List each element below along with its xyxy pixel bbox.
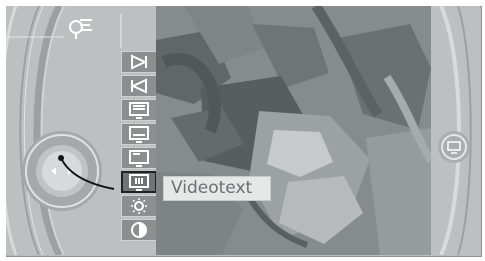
videotext-label: Videotext — [163, 176, 271, 201]
previous-track-button[interactable] — [121, 75, 157, 97]
next-icon — [131, 54, 148, 70]
left-control-panel — [0, 4, 157, 257]
tv-icon[interactable] — [445, 139, 463, 155]
previous-icon — [130, 78, 147, 94]
videotext-button[interactable] — [121, 171, 157, 193]
right-control-panel — [431, 5, 480, 256]
screen-option-1-button[interactable] — [121, 99, 157, 121]
screen-icon — [129, 102, 149, 119]
brightness-icon — [131, 198, 147, 214]
screen-option-3-button[interactable] — [121, 147, 157, 169]
next-track-button[interactable] — [121, 51, 157, 73]
video-image — [156, 6, 431, 255]
screen-icon — [129, 150, 149, 167]
right-panel-background — [431, 5, 480, 256]
screen: Videotext — [0, 0, 485, 261]
controller-knob-icon[interactable] — [20, 129, 104, 213]
tv-icon-shape — [447, 141, 461, 154]
controller-knob-shape — [22, 131, 102, 211]
videotext-icon — [129, 174, 149, 191]
video-content — [156, 6, 431, 255]
audio-settings-icon-shape — [69, 19, 92, 39]
contrast-icon — [131, 222, 147, 238]
contrast-button[interactable] — [121, 219, 157, 241]
brightness-button[interactable] — [121, 195, 157, 217]
screen-option-2-button[interactable] — [121, 123, 157, 145]
screen-icon — [129, 126, 149, 143]
audio-settings-icon[interactable] — [68, 18, 94, 40]
